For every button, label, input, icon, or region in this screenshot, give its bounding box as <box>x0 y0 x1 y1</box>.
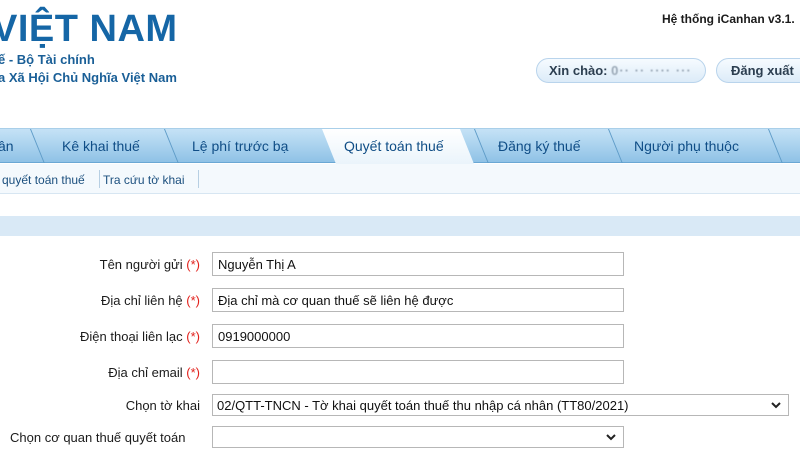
declaration-select-value: 02/QTT-TNCN - Tờ khai quyết toán thuế th… <box>217 398 629 413</box>
system-version: Hệ thống iCanhan v3.1. <box>662 12 795 26</box>
required-mark: (*) <box>186 257 200 272</box>
submenu-divider <box>198 170 199 188</box>
tax-office-select-label: Chọn cơ quan thuế quyết toán <box>10 430 186 445</box>
brand-subtitle-ministry: ế - Bộ Tài chính <box>0 52 95 67</box>
address-input[interactable]: Địa chỉ mà cơ quan thuế sẽ liên hệ được <box>212 288 624 312</box>
tab-ke-khai-thue[interactable]: Kê khai thuế <box>62 129 140 163</box>
required-mark: (*) <box>186 365 200 380</box>
logout-button[interactable]: Đăng xuất <box>716 58 800 83</box>
brand-subtitle-country: a Xã Hội Chủ Nghĩa Việt Nam <box>0 70 177 85</box>
declaration-select[interactable]: 02/QTT-TNCN - Tờ khai quyết toán thuế th… <box>212 394 789 416</box>
email-input[interactable] <box>212 360 624 384</box>
submenu-quyet-toan-thue[interactable]: quyết toán thuế <box>2 173 85 187</box>
phone-input[interactable]: 0919000000 <box>212 324 624 348</box>
declaration-select-label: Chọn tờ khai <box>125 398 200 413</box>
tab-separator <box>608 129 623 163</box>
phone-label: Điện thoại liên lạc (*) <box>80 329 200 344</box>
tab-separator <box>30 129 45 163</box>
sender-name-label: Tên người gửi (*) <box>99 257 200 272</box>
section-header-band <box>0 216 800 236</box>
tax-office-select[interactable] <box>212 426 624 448</box>
greeting-username: 0·· ·· ···· ··· <box>611 63 692 78</box>
tab-nguoi-phu-thuoc[interactable]: Người phụ thuộc <box>634 129 739 163</box>
tab-separator <box>768 129 783 163</box>
brand-title: VIỆT NAM <box>0 8 178 50</box>
sub-menu: quyết toán thuế Tra cứu tờ khai <box>0 164 800 194</box>
greeting-badge: Xin chào: 0·· ·· ···· ··· <box>536 58 706 83</box>
email-label: Địa chỉ email (*) <box>108 365 200 380</box>
address-label: Địa chỉ liên hệ (*) <box>101 293 200 308</box>
tab-dang-ky-thue[interactable]: Đăng ký thuế <box>498 129 581 163</box>
main-tab-bar: ân Kê khai thuế Lệ phí trước bạ Quyết to… <box>0 128 800 164</box>
chevron-down-icon <box>606 434 616 441</box>
chevron-down-icon <box>771 402 781 409</box>
tab-quyet-toan-thue[interactable]: Quyết toán thuế <box>344 138 444 154</box>
header: VIỆT NAM ế - Bộ Tài chính a Xã Hội Chủ N… <box>0 0 800 112</box>
tab-separator <box>474 129 489 163</box>
greeting-label: Xin chào: <box>549 63 608 78</box>
submenu-tra-cuu-to-khai[interactable]: Tra cứu tờ khai <box>103 173 184 187</box>
tab-le-phi-truoc-ba[interactable]: Lệ phí trước bạ <box>192 129 288 163</box>
required-mark: (*) <box>186 329 200 344</box>
tab-separator <box>164 129 179 163</box>
tab-trang-chu[interactable]: ân <box>0 129 14 163</box>
sender-name-input[interactable]: Nguyễn Thị A <box>212 252 624 276</box>
submenu-divider <box>99 170 100 188</box>
required-mark: (*) <box>186 293 200 308</box>
